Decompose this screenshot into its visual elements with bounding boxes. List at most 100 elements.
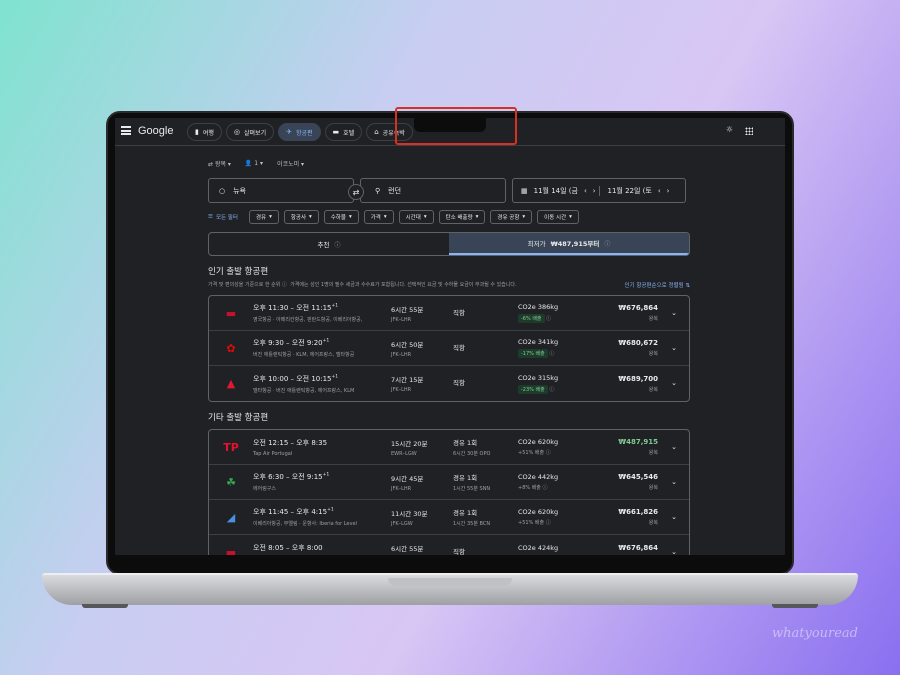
passenger-select[interactable]: 👤 1 ▾ bbox=[245, 160, 263, 167]
flight-route: JFK–LHR bbox=[391, 387, 412, 393]
tab-label: 호텔 bbox=[343, 129, 355, 137]
expand-chevron-icon[interactable]: ⌄ bbox=[671, 344, 677, 352]
iberia-logo: ◢ bbox=[226, 510, 236, 524]
expand-chevron-icon[interactable]: ⌄ bbox=[671, 379, 677, 387]
tap-logo: TP bbox=[223, 440, 239, 454]
price-type: 왕복 bbox=[648, 520, 658, 526]
all-filters-button[interactable]: ☰ 모든 필터 bbox=[208, 210, 244, 224]
filter-chip[interactable]: 가격 ▾ bbox=[363, 210, 394, 224]
dropdown-icon: ▾ bbox=[522, 214, 526, 220]
flight-price: ₩689,700 bbox=[618, 374, 658, 383]
return-date[interactable]: 11월 22일 (토 ‹ › bbox=[600, 186, 686, 196]
co2-emissions: CO2e 424kg bbox=[518, 543, 559, 552]
next-return-icon[interactable]: › bbox=[667, 187, 670, 195]
dropdown-icon: ▾ bbox=[569, 214, 572, 220]
prev-date-icon[interactable]: ‹ bbox=[584, 187, 587, 195]
info-icon: ⓘ bbox=[546, 316, 552, 322]
tab-cheapest[interactable]: 최저가 ₩487,915부터 ⓘ bbox=[449, 233, 689, 255]
co2-emissions: CO2e 620kg bbox=[518, 438, 559, 446]
theme-icon[interactable]: ☼ bbox=[726, 125, 733, 134]
flight-route: JFK–LGW bbox=[391, 520, 413, 527]
swap-button[interactable]: ⇄ bbox=[348, 184, 364, 200]
next-date-icon[interactable]: › bbox=[593, 187, 596, 195]
flight-times: 오전 12:15 – 오후 8:35 bbox=[253, 438, 328, 447]
airline-names: 영국항공 · 아메리칸항공, 핀란드항공, 이베리아항공, bbox=[253, 317, 363, 323]
filter-chip[interactable]: 시간대 ▾ bbox=[398, 210, 434, 224]
product-tabs: ▮ 여행 ◎ 살펴보기 ✈ 항공편 ▬ 호텔 ⌂ 공유숙박 bbox=[187, 123, 413, 141]
prev-return-icon[interactable]: ‹ bbox=[658, 187, 661, 195]
info-icon: ⓘ bbox=[334, 241, 341, 249]
cabin-select[interactable]: 이코노미 ▾ bbox=[277, 159, 304, 168]
ba-logo: ▬ bbox=[225, 546, 237, 555]
info-icon: ⓘ bbox=[545, 520, 551, 526]
info-icon: ⓘ bbox=[604, 240, 611, 248]
expand-chevron-icon[interactable]: ⌄ bbox=[671, 443, 677, 451]
flight-row[interactable]: ◢ 오후 11:45 – 오후 4:15+1 이베리아항공, 부엘링 · 운항사:… bbox=[209, 500, 689, 535]
expand-chevron-icon[interactable]: ⌄ bbox=[671, 513, 677, 521]
filter-chip[interactable]: 수하물 ▾ bbox=[323, 210, 359, 224]
info-icon: ⓘ bbox=[549, 351, 555, 357]
airline-names: 이베리아항공, 부엘링 · 운항사: Iberia for Level bbox=[253, 521, 357, 527]
flight-times: 오후 11:45 – 오후 4:15+1 bbox=[253, 507, 334, 516]
delta-logo: ▲ bbox=[226, 377, 236, 390]
price-type: 왕복 bbox=[648, 450, 658, 456]
emissions-badge: +51% 배출 bbox=[518, 450, 545, 456]
google-logo[interactable]: Google bbox=[138, 125, 173, 137]
flight-duration: 15시간 20분 bbox=[391, 439, 428, 448]
trip-options: ⇄ 왕복 ▾ 👤 1 ▾ 이코노미 ▾ bbox=[208, 156, 690, 170]
co2-emissions: CO2e 442kg bbox=[518, 473, 559, 481]
flight-duration: 6시간 50분 bbox=[391, 340, 424, 349]
filter-chip[interactable]: 이동 시간 ▾ bbox=[537, 210, 579, 224]
sort-link[interactable]: 인기 항공편순으로 정렬됨 ⇅ bbox=[624, 281, 690, 289]
filter-chip[interactable]: 경유 공항 ▾ bbox=[490, 210, 533, 224]
virgin-logo: ✿ bbox=[226, 341, 236, 355]
other-flight-list: TP 오전 12:15 – 오후 8:35 Tap Air Portugal 15… bbox=[208, 429, 690, 555]
apps-grid-icon[interactable] bbox=[745, 127, 753, 135]
tab-explore[interactable]: ◎ 살펴보기 bbox=[225, 123, 275, 141]
dropdown-icon: ▾ bbox=[269, 214, 272, 220]
trip-type-select[interactable]: ⇄ 왕복 ▾ bbox=[208, 159, 231, 168]
stops: 직항 bbox=[453, 548, 465, 555]
flight-row[interactable]: ✿ 오후 9:30 – 오전 9:20+1 버진 애틀랜틱항공 · KLM, 에어… bbox=[209, 331, 689, 366]
flight-search: ⇄ 왕복 ▾ 👤 1 ▾ 이코노미 ▾ ○ 뉴욕 ⇄ ⚲ 런던 ▦ 11월 14일 (… bbox=[208, 156, 690, 555]
destination-field[interactable]: ⚲ 런던 bbox=[360, 178, 506, 203]
info-icon: ⓘ bbox=[545, 450, 551, 456]
flight-row[interactable]: ▬ 오후 11:30 – 오전 11:15+1 영국항공 · 아메리칸항공, 핀란… bbox=[209, 296, 689, 331]
home-icon: ⌂ bbox=[374, 128, 379, 136]
expand-chevron-icon[interactable]: ⌄ bbox=[671, 478, 677, 486]
tab-bed[interactable]: ▬ 호텔 bbox=[324, 123, 363, 141]
popular-title: 인기 출발 항공편 bbox=[208, 267, 269, 277]
tab-plane[interactable]: ✈ 항공편 bbox=[278, 123, 321, 141]
laptop-foot-right bbox=[772, 604, 818, 608]
flight-price: ₩645,546 bbox=[618, 473, 658, 481]
price-type: 왕복 bbox=[648, 316, 658, 322]
filter-chip[interactable]: 탄소 배출량 ▾ bbox=[438, 210, 486, 224]
filter-chip[interactable]: 경유 ▾ bbox=[248, 210, 279, 224]
flight-times: 오전 8:05 – 오후 8:00 bbox=[253, 543, 323, 552]
tab-best[interactable]: 추천 ⓘ bbox=[209, 233, 449, 255]
co2-emissions: CO2e 315kg bbox=[518, 373, 559, 382]
airline-names: Tap Air Portugal bbox=[253, 450, 293, 457]
flight-row[interactable]: ▲ 오후 10:00 – 오전 10:15+1 델타항공 · 버진 애틀랜틱항공,… bbox=[209, 366, 689, 401]
suitcase-icon: ▮ bbox=[195, 128, 199, 136]
flight-row[interactable]: TP 오전 12:15 – 오후 8:35 Tap Air Portugal 15… bbox=[209, 430, 689, 465]
flight-route: JFK–LHR bbox=[391, 485, 412, 492]
depart-date[interactable]: ▦ 11월 14일 (금 ‹ › bbox=[513, 185, 600, 196]
aerlingus-logo: ☘ bbox=[226, 475, 236, 489]
origin-field[interactable]: ○ 뉴욕 bbox=[208, 178, 354, 203]
flight-row[interactable]: ▬ 오전 8:05 – 오후 8:00영국항공 · 아메리칸항공, 핀란드항공,… bbox=[209, 535, 689, 556]
filter-chip[interactable]: 항공사 ▾ bbox=[283, 210, 319, 224]
menu-icon[interactable] bbox=[121, 126, 131, 135]
tab-label: 여행 bbox=[202, 129, 214, 137]
date-field[interactable]: ▦ 11월 14일 (금 ‹ › 11월 22일 (토 ‹ › bbox=[512, 178, 686, 203]
expand-chevron-icon[interactable]: ⌄ bbox=[671, 309, 677, 317]
flight-row[interactable]: ☘ 오후 6:30 – 오전 9:15+1 에어링구스 9시간 45분 JFK–LH… bbox=[209, 465, 689, 500]
watermark: whatyouread bbox=[772, 626, 858, 641]
tab-suitcase[interactable]: ▮ 여행 bbox=[187, 123, 222, 141]
expand-chevron-icon[interactable]: ⌄ bbox=[671, 548, 677, 555]
flight-duration: 6시간 55분 bbox=[391, 545, 424, 553]
co2-emissions: CO2e 620kg bbox=[518, 508, 559, 516]
stops: 경유 1회 bbox=[453, 439, 478, 447]
layover-info: 1시간 35분 BCN bbox=[453, 521, 491, 527]
airline-names: 델타항공 · 버진 애틀랜틱항공, 에어프랑스, KLM bbox=[253, 387, 355, 394]
